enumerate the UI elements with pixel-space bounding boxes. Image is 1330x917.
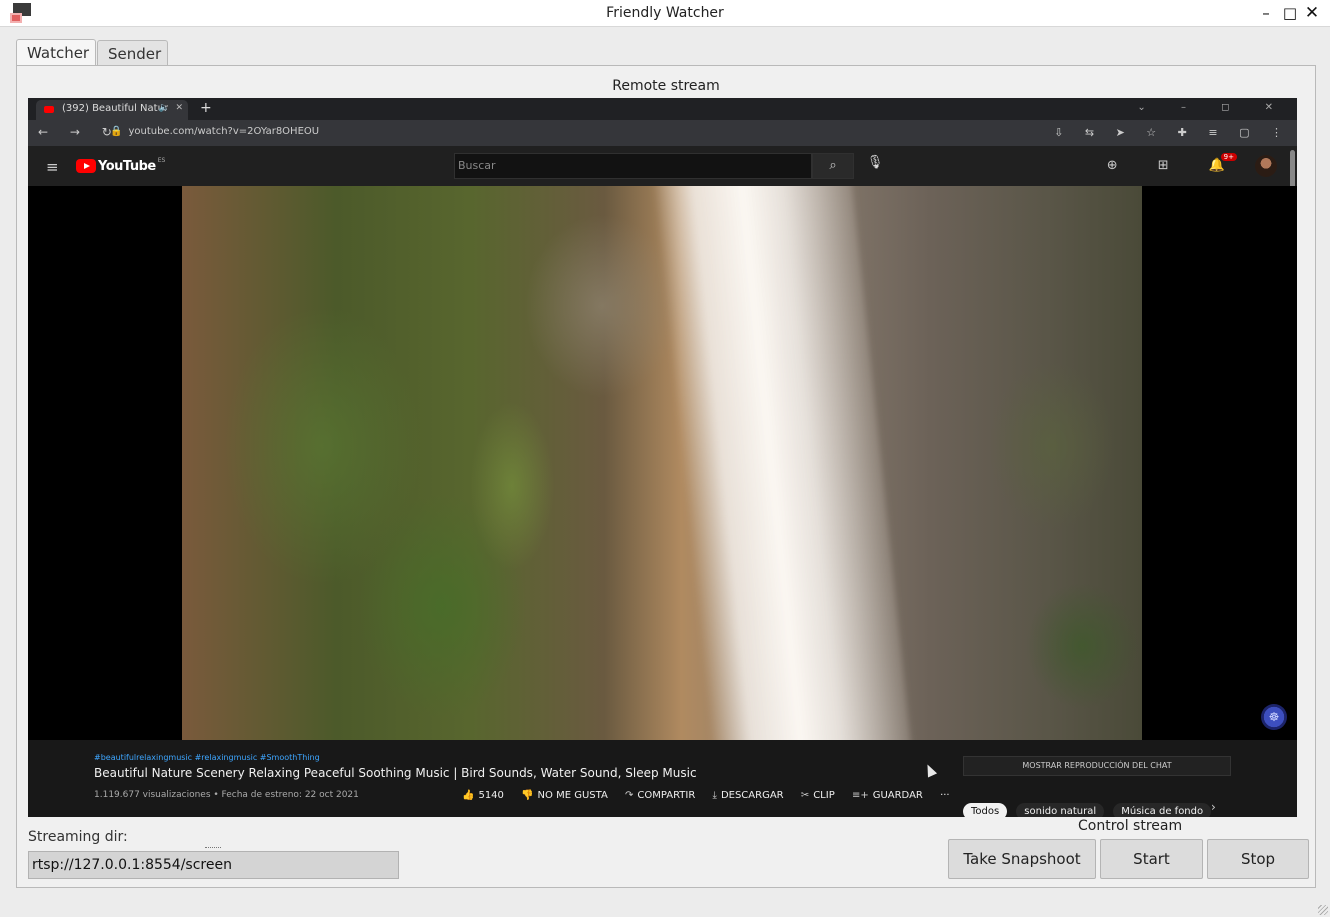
tab-sender[interactable]: Sender — [97, 40, 168, 66]
microphone-icon: 🎙 — [866, 155, 884, 170]
browser-nav-icons: ← → ↻ — [38, 125, 121, 139]
chip-musica-de-fondo: Música de fondo — [1113, 803, 1212, 817]
video-title: Beautiful Nature Scenery Relaxing Peacef… — [94, 766, 697, 780]
share-action: ↷ COMPARTIR — [624, 790, 696, 801]
video-frame-waterfall — [182, 186, 1142, 740]
streaming-dir-input[interactable] — [28, 851, 399, 879]
splitter-handle[interactable] — [205, 847, 221, 849]
playlist-add-icon: ≡+ — [851, 790, 869, 801]
thumbs-up-icon: 👍 — [462, 790, 475, 801]
start-button[interactable]: Start — [1100, 839, 1203, 879]
download-action: ⤓ DESCARGAR — [712, 790, 784, 801]
speaker-icon: 🔈 — [158, 103, 170, 113]
notification-badge: 9+ — [1220, 153, 1237, 161]
browser-window-controls: ⌄ – ◻ ✕ — [1137, 102, 1289, 113]
avatar — [1255, 155, 1277, 177]
youtube-favicon-icon — [44, 106, 54, 113]
youtube-header: ≡ YouTube ES Buscar ⌕ 🎙 ⊕ ⊞ 🔔 9+ — [28, 146, 1297, 186]
tab-watcher[interactable]: Watcher — [16, 39, 96, 66]
browser-tab-title: (392) Beautiful Natur — [62, 103, 169, 114]
remote-stream-label: Remote stream — [612, 78, 720, 94]
watcher-panel: Remote stream (392) Beautiful Natur 🔈 ✕ … — [16, 65, 1316, 888]
chevron-right-icon: › — [1211, 800, 1216, 814]
window-resize-grip[interactable] — [1318, 905, 1328, 915]
browser-tab: (392) Beautiful Natur 🔈 ✕ — [36, 100, 188, 120]
streaming-dir-label: Streaming dir: — [28, 829, 128, 845]
browser-extension-icons: ⇩ ⇆ ➤ ☆ ✚ ≡ ▢ ⋮ — [1054, 126, 1291, 139]
window-title: Friendly Watcher — [606, 5, 724, 21]
remote-stream-view[interactable]: (392) Beautiful Natur 🔈 ✕ + ⌄ – ◻ ✕ ← → … — [28, 98, 1297, 817]
download-icon: ⤓ — [712, 790, 717, 801]
chat-replay-button: MOSTRAR REPRODUCCIÓN DEL CHAT — [963, 756, 1231, 776]
chip-sonido-natural: sonido natural — [1016, 803, 1105, 817]
scissors-icon: ✂ — [800, 790, 810, 801]
browser-tab-strip: (392) Beautiful Natur 🔈 ✕ + ⌄ – ◻ ✕ — [28, 98, 1297, 120]
lock-icon: 🔒 — [110, 126, 123, 137]
clip-action: ✂ CLIP — [800, 790, 835, 801]
minimize-button[interactable]: – — [1256, 3, 1276, 23]
channel-watermark-icon: ☸ — [1261, 704, 1287, 730]
mouse-cursor-icon — [922, 762, 938, 778]
youtube-search-input: Buscar — [454, 153, 812, 179]
video-meta: 1.119.677 visualizaciones • Fecha de est… — [94, 790, 359, 800]
menu-icon: ≡ — [46, 158, 59, 176]
search-icon: ⌕ — [812, 153, 854, 179]
maximize-button[interactable]: □ — [1280, 3, 1300, 23]
thumbs-down-icon: 👎 — [521, 790, 534, 801]
filter-chips: Todos sonido natural Música de fondo — [963, 799, 1215, 817]
browser-url: 🔒 youtube.com/watch?v=2OYar8OHEOU — [110, 126, 320, 137]
video-hashtags: #beautifulrelaxingmusic #relaxingmusic #… — [94, 753, 320, 762]
new-tab-icon: + — [200, 100, 212, 116]
control-stream-label: Control stream — [1078, 818, 1183, 834]
window-titlebar: Friendly Watcher – □ ✕ — [0, 0, 1330, 27]
share-icon: ↷ — [624, 790, 634, 801]
youtube-logo: YouTube ES — [76, 157, 165, 175]
stop-button[interactable]: Stop — [1207, 839, 1309, 879]
browser-address-bar: ← → ↻ 🔒 youtube.com/watch?v=2OYar8OHEOU ⇩… — [28, 120, 1297, 146]
chip-todos: Todos — [963, 803, 1008, 817]
save-action: ≡+ GUARDAR — [851, 790, 923, 801]
dislike-action: 👎 NO ME GUSTA — [521, 790, 608, 801]
close-button[interactable]: ✕ — [1302, 3, 1322, 23]
take-snapshot-button[interactable]: Take Snapshoot — [948, 839, 1096, 879]
video-info-section: #beautifulrelaxingmusic #relaxingmusic #… — [28, 740, 1297, 817]
video-actions: 👍 5140 👎 NO ME GUSTA ↷ COMPARTIR ⤓ DESCARGAR… — [462, 790, 964, 801]
tab-close-icon: ✕ — [175, 103, 183, 113]
more-actions-icon: ··· — [940, 790, 950, 801]
video-player: ☸ — [28, 186, 1297, 740]
like-action: 👍 5140 — [462, 790, 504, 801]
